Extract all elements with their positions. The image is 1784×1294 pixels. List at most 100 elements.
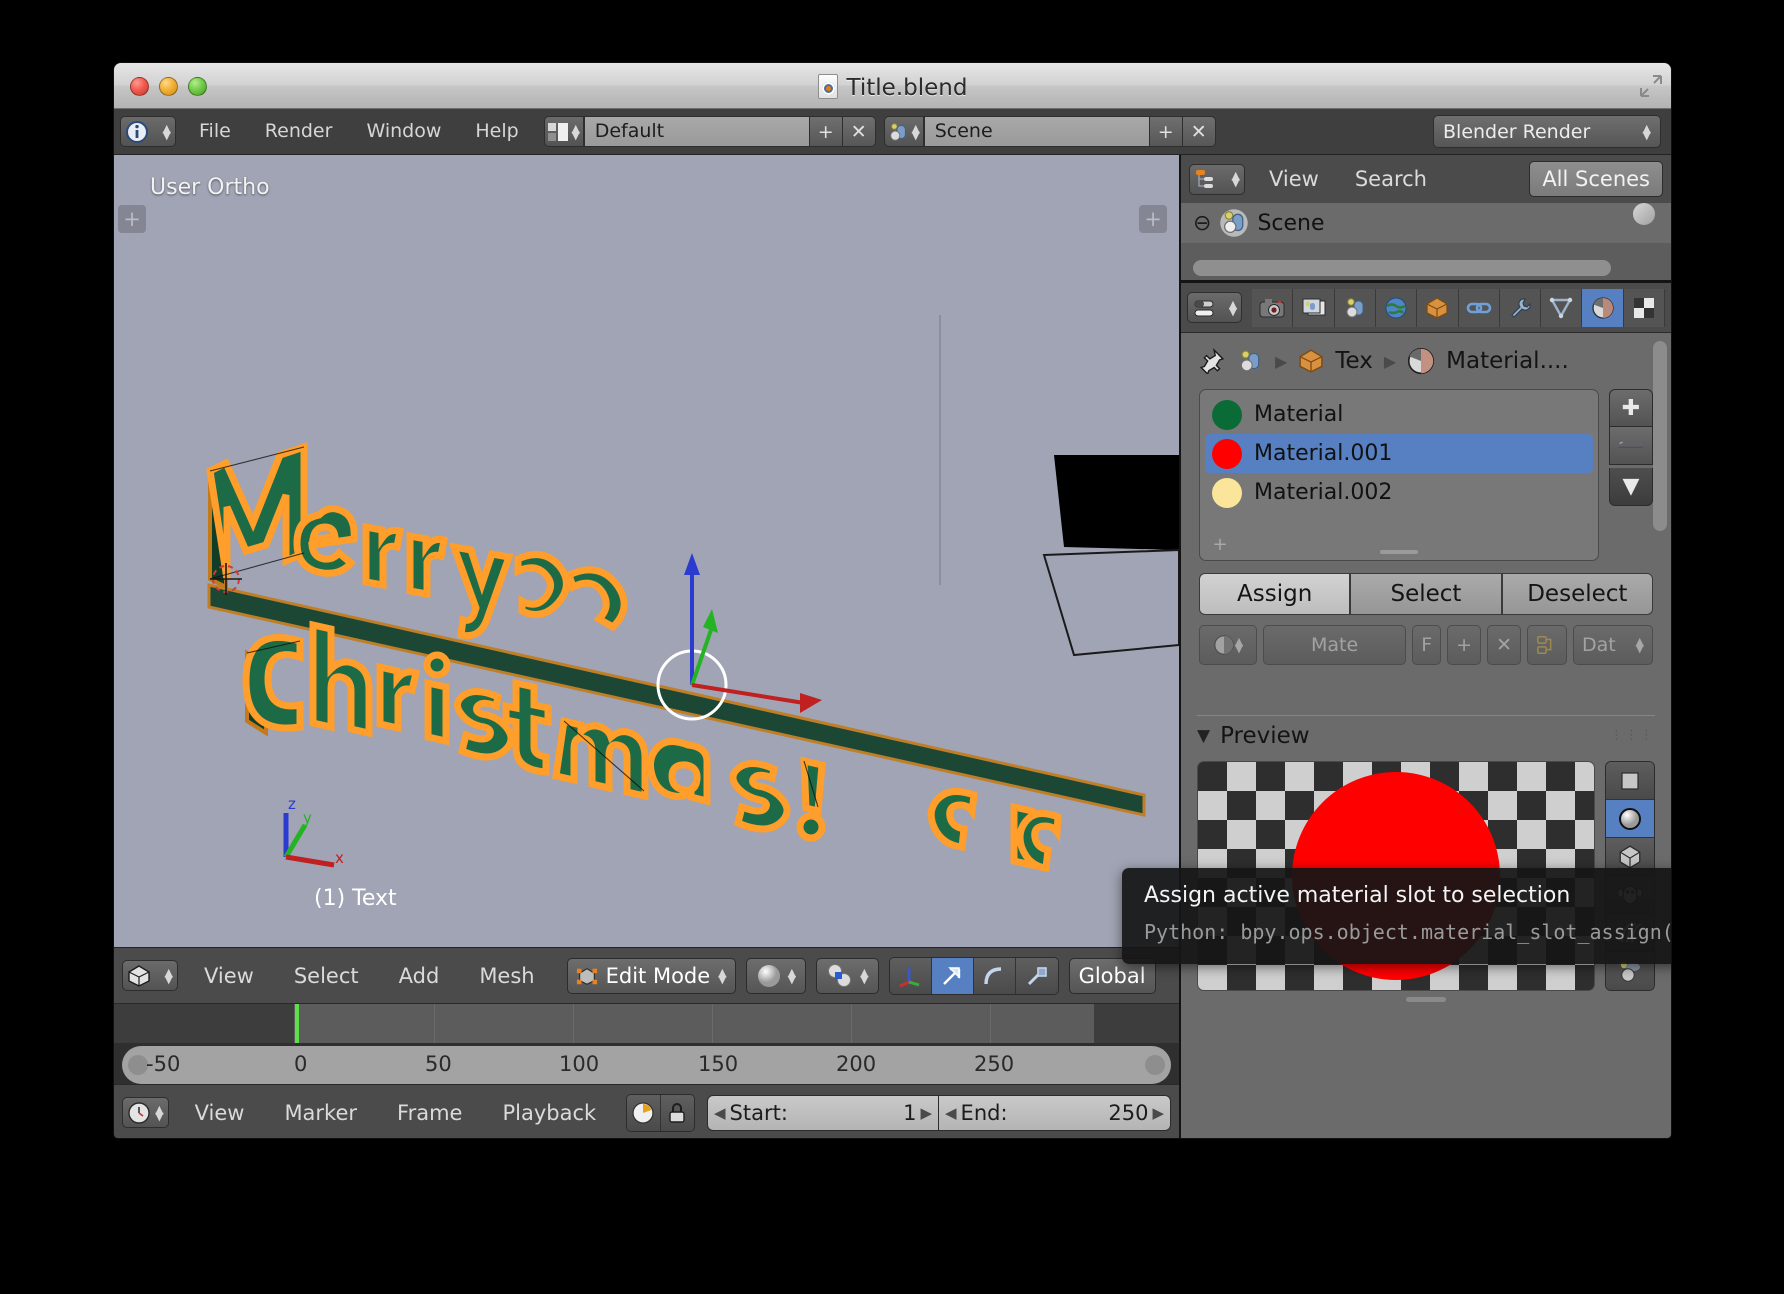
decrement-arrow-icon[interactable]: ◀ <box>714 1104 726 1122</box>
properties-tab-world[interactable] <box>1376 288 1418 327</box>
outliner-restrict-toggle-icon[interactable] <box>1633 203 1655 225</box>
increment-arrow-icon[interactable]: ▶ <box>1152 1104 1164 1122</box>
render-engine-selector[interactable]: Blender Render ▲ ▼ <box>1433 115 1661 148</box>
properties-tab-object[interactable] <box>1417 288 1459 327</box>
timeline-menu-frame[interactable]: Frame <box>377 1096 482 1130</box>
timeline-scrollbar[interactable]: -50 0 50 100 150 200 250 <box>122 1046 1171 1084</box>
timeline-menu-playback[interactable]: Playback <box>482 1096 616 1130</box>
manipulator-rotate-button[interactable] <box>973 957 1016 994</box>
viewport-shading-selector[interactable]: ▲ ▼ <box>745 957 807 994</box>
properties-panel-expand-icon[interactable]: + <box>1139 205 1167 233</box>
material-slot-row[interactable]: Material.001 <box>1205 434 1593 473</box>
viewport-menu-add[interactable]: Add <box>379 959 460 993</box>
properties-tab-constraints[interactable] <box>1458 288 1500 327</box>
select-button[interactable]: Select <box>1350 573 1502 615</box>
increment-arrow-icon[interactable]: ▶ <box>920 1104 932 1122</box>
viewport-menu-mesh[interactable]: Mesh <box>459 959 554 993</box>
timeline-playhead[interactable] <box>295 1004 299 1043</box>
timeline-scroll-handle-right[interactable] <box>1145 1055 1165 1075</box>
scene-name-field[interactable]: Scene <box>923 116 1150 147</box>
add-screen-layout-button[interactable]: + <box>809 116 843 147</box>
material-slot-list[interactable]: Material Material.001 Material.002 + <box>1199 389 1599 561</box>
preview-resize-handle[interactable] <box>1406 997 1446 1002</box>
deselect-button[interactable]: Deselect <box>1501 573 1653 615</box>
browse-material-button[interactable]: ▲ ▼ <box>1199 625 1257 665</box>
properties-tab-modifiers[interactable] <box>1499 288 1542 327</box>
manipulator-toggle-button[interactable] <box>889 957 932 994</box>
panel-drag-grip-icon[interactable]: ⋮⋮⋮ <box>1610 729 1655 742</box>
new-material-button[interactable]: + <box>1447 625 1482 665</box>
outliner-menu-view[interactable]: View <box>1251 167 1337 191</box>
cube-icon[interactable] <box>1298 348 1324 374</box>
properties-tab-material[interactable] <box>1582 288 1624 327</box>
preview-type-flat[interactable] <box>1606 762 1654 800</box>
sync-mode-button[interactable] <box>627 1094 661 1131</box>
screen-layout-selector[interactable]: ▲ ▼ <box>543 116 584 147</box>
interaction-mode-selector[interactable]: Edit Mode ▲ ▼ <box>566 957 736 994</box>
add-scene-button[interactable]: + <box>1149 116 1183 147</box>
outliner-menu-search[interactable]: Search <box>1337 167 1445 191</box>
editor-type-selector-properties[interactable]: ▲ ▼ <box>1187 292 1243 323</box>
properties-tab-render-layers[interactable] <box>1293 288 1335 327</box>
list-add-icon[interactable]: + <box>1210 536 1230 556</box>
screen-layout-name-field[interactable]: Default <box>583 116 810 147</box>
pivot-point-selector[interactable]: ▲ ▼ <box>816 957 879 994</box>
editor-type-selector-3dview[interactable]: ▲ ▼ <box>122 960 178 991</box>
properties-tab-data[interactable] <box>1541 288 1583 327</box>
toolshelf-expand-icon[interactable]: + <box>118 205 146 233</box>
list-resize-handle[interactable] <box>1380 550 1418 554</box>
use-nodes-button[interactable] <box>1527 625 1567 665</box>
3d-viewport[interactable]: User Ortho + + .glyphfill { fill:#1d6b46… <box>114 155 1179 947</box>
add-material-slot-button[interactable]: ✚ <box>1609 389 1653 427</box>
material-sphere-icon[interactable] <box>1407 347 1435 375</box>
editor-type-selector-outliner[interactable]: ▲ ▼ <box>1189 163 1245 195</box>
scene-icon[interactable] <box>1236 348 1264 374</box>
scene-selector[interactable]: ▲ ▼ <box>883 116 924 147</box>
timeline-scroll-handle-left[interactable] <box>128 1055 148 1075</box>
properties-tab-scene[interactable] <box>1334 288 1377 327</box>
viewport-menu-select[interactable]: Select <box>274 959 379 993</box>
menu-render[interactable]: Render <box>248 116 350 147</box>
remove-material-slot-button[interactable]: ➖ <box>1609 427 1653 465</box>
material-name-field[interactable]: Mate <box>1263 625 1407 665</box>
data-link-selector[interactable]: Dat ▲ ▼ <box>1573 625 1653 665</box>
unlink-material-button[interactable]: ✕ <box>1487 625 1521 665</box>
timeline-track[interactable] <box>114 1003 1179 1043</box>
start-frame-field[interactable]: ◀ Start: 1 ▶ <box>707 1094 939 1131</box>
panel-collapse-triangle-icon[interactable]: ▼ <box>1197 726 1210 746</box>
outliner-display-mode-selector[interactable]: All Scenes <box>1529 161 1663 197</box>
outliner-horizontal-scrollbar[interactable] <box>1193 260 1611 276</box>
properties-tab-texture[interactable] <box>1623 288 1665 327</box>
decrement-arrow-icon[interactable]: ◀ <box>945 1104 957 1122</box>
editor-type-selector-timeline[interactable]: ▲ ▼ <box>122 1097 169 1128</box>
menu-file[interactable]: File <box>182 116 248 147</box>
menu-help[interactable]: Help <box>458 116 535 147</box>
fake-user-button[interactable]: F <box>1412 625 1442 665</box>
lock-time-button[interactable] <box>660 1094 694 1131</box>
editor-type-selector-info[interactable]: ▲ ▼ <box>120 116 176 147</box>
window-resize-grip-icon[interactable] <box>1640 75 1662 97</box>
material-slot-specials-button[interactable]: ▼ <box>1609 468 1653 506</box>
preview-panel-header[interactable]: ▼ Preview ⋮⋮⋮ <box>1197 715 1655 755</box>
properties-tab-render[interactable] <box>1252 288 1294 327</box>
manipulator-translate-button[interactable] <box>931 957 974 994</box>
pin-icon[interactable] <box>1199 348 1225 374</box>
timeline-menu-view[interactable]: View <box>175 1096 265 1130</box>
manipulator-scale-button[interactable] <box>1015 957 1058 994</box>
timeline-menu-marker[interactable]: Marker <box>264 1096 377 1130</box>
breadcrumb-material-label[interactable]: Material.... <box>1446 348 1569 374</box>
preview-type-sphere[interactable] <box>1606 800 1654 838</box>
outliner-tree-row-scene[interactable]: ⊖ Scene <box>1181 203 1671 243</box>
viewport-menu-view[interactable]: View <box>184 959 274 993</box>
delete-screen-layout-button[interactable]: ✕ <box>842 116 876 147</box>
properties-vertical-scrollbar[interactable] <box>1653 341 1667 531</box>
end-frame-field[interactable]: ◀ End: 250 ▶ <box>939 1094 1171 1131</box>
assign-button[interactable]: Assign <box>1199 573 1351 615</box>
collapse-toggle-icon[interactable]: ⊖ <box>1193 211 1211 236</box>
delete-scene-button[interactable]: ✕ <box>1182 116 1216 147</box>
spinner-arrows-icon: ▲ ▼ <box>155 1102 164 1123</box>
material-slot-row[interactable]: Material <box>1200 395 1598 434</box>
material-slot-row[interactable]: Material.002 <box>1200 473 1598 512</box>
menu-window[interactable]: Window <box>349 116 458 147</box>
breadcrumb-object-label[interactable]: Tex <box>1335 348 1373 374</box>
